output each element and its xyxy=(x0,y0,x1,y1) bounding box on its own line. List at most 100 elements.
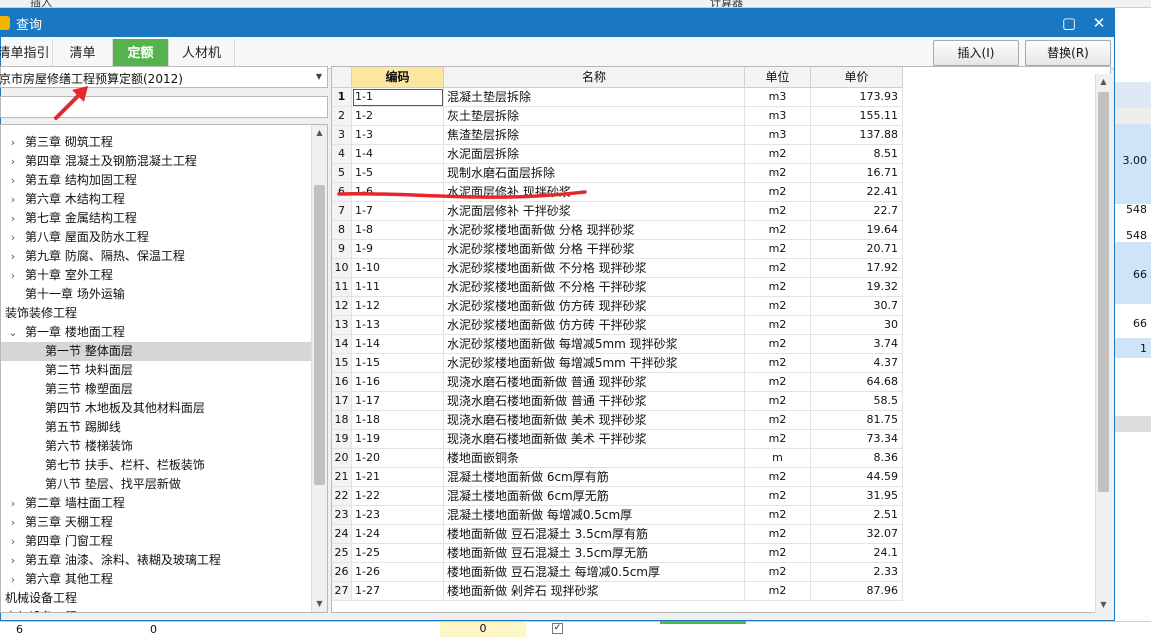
tree-item[interactable]: › 第九章 防腐、隔热、保温工程 xyxy=(1,247,311,266)
cell-unit[interactable]: m2 xyxy=(745,563,811,582)
cell-price[interactable]: 8.36 xyxy=(811,449,903,468)
cell-code[interactable]: 1-21 xyxy=(352,468,444,487)
cell-unit[interactable]: m2 xyxy=(745,297,811,316)
collapsed-arrow-icon[interactable]: › xyxy=(7,266,19,285)
tree-item[interactable]: 第六节 楼梯装饰 xyxy=(1,437,311,456)
tab-labor-material[interactable]: 人材机 xyxy=(169,39,235,69)
cell-name[interactable]: 水泥面层修补 干拌砂浆 xyxy=(444,202,745,221)
tree-item[interactable]: 机械设备工程 xyxy=(1,589,311,608)
cell-unit[interactable]: m2 xyxy=(745,373,811,392)
cell-name[interactable]: 灰土垫层拆除 xyxy=(444,107,745,126)
scroll-up-icon[interactable]: ▲ xyxy=(1096,74,1111,90)
cell-code[interactable]: 1-2 xyxy=(352,107,444,126)
cell-unit[interactable]: m2 xyxy=(745,506,811,525)
cell-name[interactable]: 楼地面新做 豆石混凝土 3.5cm厚无筋 xyxy=(444,544,745,563)
tree-item[interactable]: › 第五章 结构加固工程 xyxy=(1,171,311,190)
cell-name[interactable]: 楼地面嵌铜条 xyxy=(444,449,745,468)
cell-price[interactable]: 2.51 xyxy=(811,506,903,525)
cell-code[interactable]: 1-26 xyxy=(352,563,444,582)
tree-item[interactable]: 第四节 木地板及其他材料面层 xyxy=(1,399,311,418)
cell-price[interactable]: 19.32 xyxy=(811,278,903,297)
cell-price[interactable]: 81.75 xyxy=(811,411,903,430)
cell-unit[interactable]: m2 xyxy=(745,259,811,278)
cell-code[interactable]: 1-15 xyxy=(352,354,444,373)
collapsed-arrow-icon[interactable]: › xyxy=(7,209,19,228)
cell-name[interactable]: 混凝土楼地面新做 6cm厚有筋 xyxy=(444,468,745,487)
tree-scroll-thumb[interactable] xyxy=(314,185,325,485)
cell-unit[interactable]: m2 xyxy=(745,145,811,164)
tree-item[interactable]: › 第六章 木结构工程 xyxy=(1,190,311,209)
cell-code[interactable]: 1-14 xyxy=(352,335,444,354)
cell-code[interactable]: 1-7 xyxy=(352,202,444,221)
cell-name[interactable]: 混凝土垫层拆除 xyxy=(444,88,745,107)
cell-code[interactable]: 1-1 xyxy=(352,88,444,107)
cell-code[interactable]: 1-27 xyxy=(352,582,444,601)
tree-item[interactable]: 第五节 踢脚线 xyxy=(1,418,311,437)
cell-unit[interactable]: m3 xyxy=(745,88,811,107)
cell-code[interactable]: 1-23 xyxy=(352,506,444,525)
cell-price[interactable]: 24.1 xyxy=(811,544,903,563)
cell-code[interactable]: 1-8 xyxy=(352,221,444,240)
cell-code[interactable]: 1-5 xyxy=(352,164,444,183)
cell-code[interactable]: 1-20 xyxy=(352,449,444,468)
cell-code[interactable]: 1-12 xyxy=(352,297,444,316)
cell-name[interactable]: 水泥砂浆楼地面新做 分格 现拌砂浆 xyxy=(444,221,745,240)
cell-price[interactable]: 64.68 xyxy=(811,373,903,392)
cell-unit[interactable]: m2 xyxy=(745,335,811,354)
cell-price[interactable]: 87.96 xyxy=(811,582,903,601)
cell-code[interactable]: 1-9 xyxy=(352,240,444,259)
cell-unit[interactable]: m xyxy=(745,449,811,468)
tab-bill-guide[interactable]: 清单指引 xyxy=(0,39,53,69)
cell-unit[interactable]: m2 xyxy=(745,316,811,335)
cell-unit[interactable]: m2 xyxy=(745,430,811,449)
cell-name[interactable]: 现浇水磨石楼地面新做 普通 现拌砂浆 xyxy=(444,373,745,392)
close-icon[interactable]: ✕ xyxy=(1084,9,1114,37)
cell-unit[interactable]: m2 xyxy=(745,544,811,563)
insert-button[interactable]: 插入(I) xyxy=(933,40,1019,66)
cell-price[interactable]: 31.95 xyxy=(811,487,903,506)
cell-name[interactable]: 楼地面新做 剁斧石 现拌砂浆 xyxy=(444,582,745,601)
cell-name[interactable]: 水泥砂浆楼地面新做 不分格 干拌砂浆 xyxy=(444,278,745,297)
collapsed-arrow-icon[interactable]: › xyxy=(7,494,19,513)
cell-name[interactable]: 水泥砂浆楼地面新做 每增减5mm 干拌砂浆 xyxy=(444,354,745,373)
collapsed-arrow-icon[interactable]: › xyxy=(7,247,19,266)
collapsed-arrow-icon[interactable]: › xyxy=(7,532,19,551)
cell-name[interactable]: 现浇水磨石楼地面新做 普通 干拌砂浆 xyxy=(444,392,745,411)
cell-price[interactable]: 19.64 xyxy=(811,221,903,240)
cell-name[interactable]: 水泥砂浆楼地面新做 仿方砖 干拌砂浆 xyxy=(444,316,745,335)
tree-item[interactable]: 第七节 扶手、栏杆、栏板装饰 xyxy=(1,456,311,475)
cell-price[interactable]: 30 xyxy=(811,316,903,335)
tree-item[interactable]: 电气设备工程 xyxy=(1,608,311,612)
tree-item[interactable]: › 第七章 金属结构工程 xyxy=(1,209,311,228)
cell-unit[interactable]: m2 xyxy=(745,392,811,411)
cell-name[interactable]: 水泥砂浆楼地面新做 每增减5mm 现拌砂浆 xyxy=(444,335,745,354)
tree-item[interactable]: ⌄ 第一章 楼地面工程 xyxy=(1,323,311,342)
expanded-arrow-icon[interactable]: ⌄ xyxy=(7,323,19,342)
bg-checkbox[interactable]: ✓ xyxy=(552,623,563,634)
tree-item[interactable]: › 第五章 油漆、涂料、裱糊及玻璃工程 xyxy=(1,551,311,570)
cell-name[interactable]: 水泥面层拆除 xyxy=(444,145,745,164)
cell-code[interactable]: 1-22 xyxy=(352,487,444,506)
collapsed-arrow-icon[interactable]: › xyxy=(7,570,19,589)
cell-price[interactable]: 16.71 xyxy=(811,164,903,183)
cell-price[interactable]: 22.41 xyxy=(811,183,903,202)
cell-price[interactable]: 155.11 xyxy=(811,107,903,126)
cell-price[interactable]: 17.92 xyxy=(811,259,903,278)
collapsed-arrow-icon[interactable]: › xyxy=(7,190,19,209)
col-header-name[interactable]: 名称 xyxy=(444,67,745,88)
col-header-price[interactable]: 单价 xyxy=(811,67,903,88)
cell-price[interactable]: 58.5 xyxy=(811,392,903,411)
cell-unit[interactable]: m2 xyxy=(745,240,811,259)
tree-search-input[interactable] xyxy=(0,96,328,118)
cell-name[interactable]: 现浇水磨石楼地面新做 美术 现拌砂浆 xyxy=(444,411,745,430)
tree-item[interactable]: 第三节 橡塑面层 xyxy=(1,380,311,399)
tree-item[interactable]: › 第二章 墙柱面工程 xyxy=(1,494,311,513)
cell-price[interactable]: 22.7 xyxy=(811,202,903,221)
cell-name[interactable]: 混凝土楼地面新做 6cm厚无筋 xyxy=(444,487,745,506)
cell-price[interactable]: 173.93 xyxy=(811,88,903,107)
tree-item[interactable]: › 第三章 砌筑工程 xyxy=(1,133,311,152)
cell-code[interactable]: 1-4 xyxy=(352,145,444,164)
cell-code[interactable]: 1-25 xyxy=(352,544,444,563)
col-header-unit[interactable]: 单位 xyxy=(745,67,811,88)
cell-unit[interactable]: m2 xyxy=(745,525,811,544)
